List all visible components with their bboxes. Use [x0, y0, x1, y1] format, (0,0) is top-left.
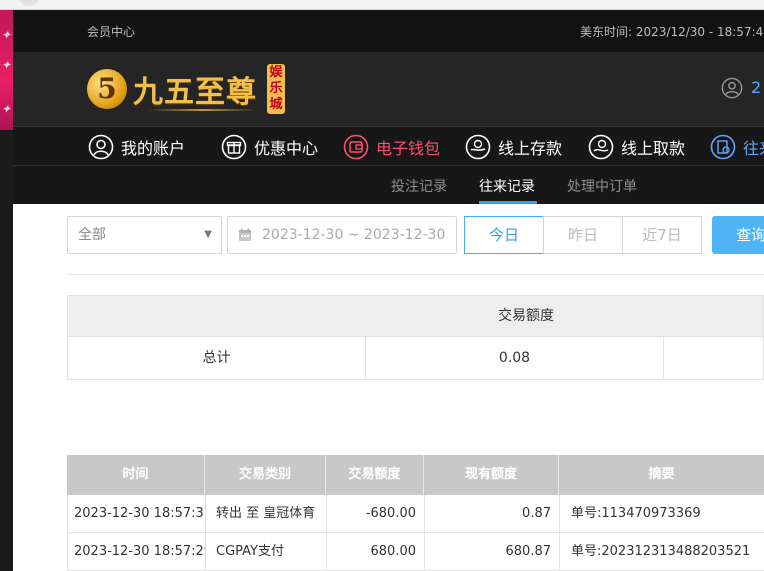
row-amount: -680.00 [327, 495, 425, 532]
top-bar: 会员中心 美东时间: 2023/12/30 - 18:57:45 [13, 10, 764, 52]
nav-label: 优惠中心 [254, 139, 319, 158]
select-value: 全部 [78, 227, 106, 243]
row-time: 2023-12-30 18:57:37 [68, 495, 206, 532]
nav-label: 往来 [743, 139, 764, 158]
left-promo-banner[interactable]: ✦ ✦ ✦ [0, 10, 13, 130]
logo-tag: 娱乐城 [267, 64, 285, 114]
row-time: 2023-12-30 18:57:29 [68, 533, 206, 570]
column-summary: 摘要 [648, 467, 675, 482]
nav-online-deposit[interactable]: 线上存款 [465, 132, 562, 162]
time-label: 美东时间: [580, 25, 633, 39]
site-logo[interactable]: 5 九五至尊 娱乐城 [87, 61, 287, 117]
nav-label: 线上存款 [498, 139, 563, 158]
deposit-icon [465, 134, 491, 160]
records-header: 时间 交易类别 交易额度 现有额度 摘要 [67, 455, 764, 495]
main-content: 全部 ▼ 2023-12-30 ~ 2023-12-30 今日 昨日 近7日 查… [13, 204, 764, 571]
summary-row: 总计 0.08 [67, 337, 764, 380]
subnav-pending-orders[interactable]: 处理中订单 [567, 176, 637, 196]
withdraw-icon [588, 134, 614, 160]
yesterday-button[interactable]: 昨日 [543, 216, 623, 254]
caret-down-icon: ▼ [204, 229, 212, 240]
user-number[interactable]: 2 [751, 78, 761, 97]
table-row: 2023-12-30 18:57:37 转出 至 皇冠体育 -680.00 0.… [67, 495, 764, 533]
date-range-input[interactable]: 2023-12-30 ~ 2023-12-30 [227, 216, 457, 254]
query-button[interactable]: 查询 [712, 216, 764, 254]
sub-nav: 投注记录 往来记录 处理中订单 [13, 166, 764, 204]
gift-icon [221, 134, 247, 160]
row-amount: 680.00 [327, 533, 425, 570]
page-root: ✦ ✦ ✦ 会员中心 美东时间: 2023/12/30 - 18:57:45 5… [0, 0, 764, 571]
summary-header-label: 交易额度 [498, 308, 554, 324]
nav-label: 线上取款 [621, 139, 686, 158]
user-circle-icon [88, 134, 114, 160]
nav-e-wallet[interactable]: 电子钱包 [343, 132, 440, 162]
logo-text: 九五至尊 [133, 75, 257, 110]
date-range-value: 2023-12-30 ~ 2023-12-30 [262, 227, 446, 243]
column-time: 时间 [67, 455, 205, 495]
records-icon [710, 134, 736, 160]
filter-divider [67, 274, 764, 275]
summary-header: 交易额度 [67, 295, 764, 337]
nav-online-withdraw[interactable]: 线上取款 [588, 132, 685, 162]
browser-chrome-strip [0, 0, 764, 10]
summary-total-label: 总计 [68, 337, 366, 379]
column-amount: 交易额度 [326, 455, 424, 495]
row-category: CGPAY支付 [206, 533, 327, 570]
nav-label: 我的账户 [121, 139, 186, 158]
nav-promotions[interactable]: 优惠中心 [221, 132, 318, 162]
nav-transaction-records[interactable]: 往来 [710, 132, 764, 162]
us-east-time: 美东时间: 2023/12/30 - 18:57:45 [580, 23, 764, 40]
logo-ornament [147, 109, 257, 111]
wallet-icon [343, 134, 369, 160]
today-button[interactable]: 今日 [464, 216, 544, 254]
calendar-icon [239, 228, 251, 241]
row-summary: 单号:202312313488203521 [571, 544, 751, 559]
time-value: 2023/12/30 - 18:57:45 [635, 25, 764, 39]
row-summary: 单号:113470973369 [571, 506, 701, 521]
nav-my-account[interactable]: 我的账户 [88, 132, 185, 162]
transaction-type-select[interactable]: 全部 ▼ [67, 216, 222, 254]
logo-digit: 5 [97, 72, 117, 105]
last-7-days-button[interactable]: 近7日 [622, 216, 702, 254]
row-category: 转出 至 皇冠体育 [206, 495, 327, 532]
site-header: 5 九五至尊 娱乐城 2 [13, 52, 764, 126]
column-balance: 现有额度 [424, 455, 559, 495]
nav-label: 电子钱包 [376, 139, 441, 158]
subnav-transaction-records[interactable]: 往来记录 [479, 176, 535, 196]
summary-total-value: 0.08 [366, 337, 664, 379]
summary-extra-cell [664, 337, 764, 379]
row-balance: 680.87 [425, 533, 560, 570]
main-nav: 我的账户 优惠中心 电子钱包 线上存款 线上取款 往 [13, 126, 764, 166]
row-balance: 0.87 [425, 495, 560, 532]
column-category: 交易类别 [205, 455, 326, 495]
user-profile-icon[interactable] [721, 77, 743, 99]
browser-tab-icon[interactable] [18, 0, 40, 6]
subnav-bet-records[interactable]: 投注记录 [391, 176, 447, 196]
table-row: 2023-12-30 18:57:29 CGPAY支付 680.00 680.8… [67, 533, 764, 571]
member-center-link[interactable]: 会员中心 [87, 23, 135, 40]
